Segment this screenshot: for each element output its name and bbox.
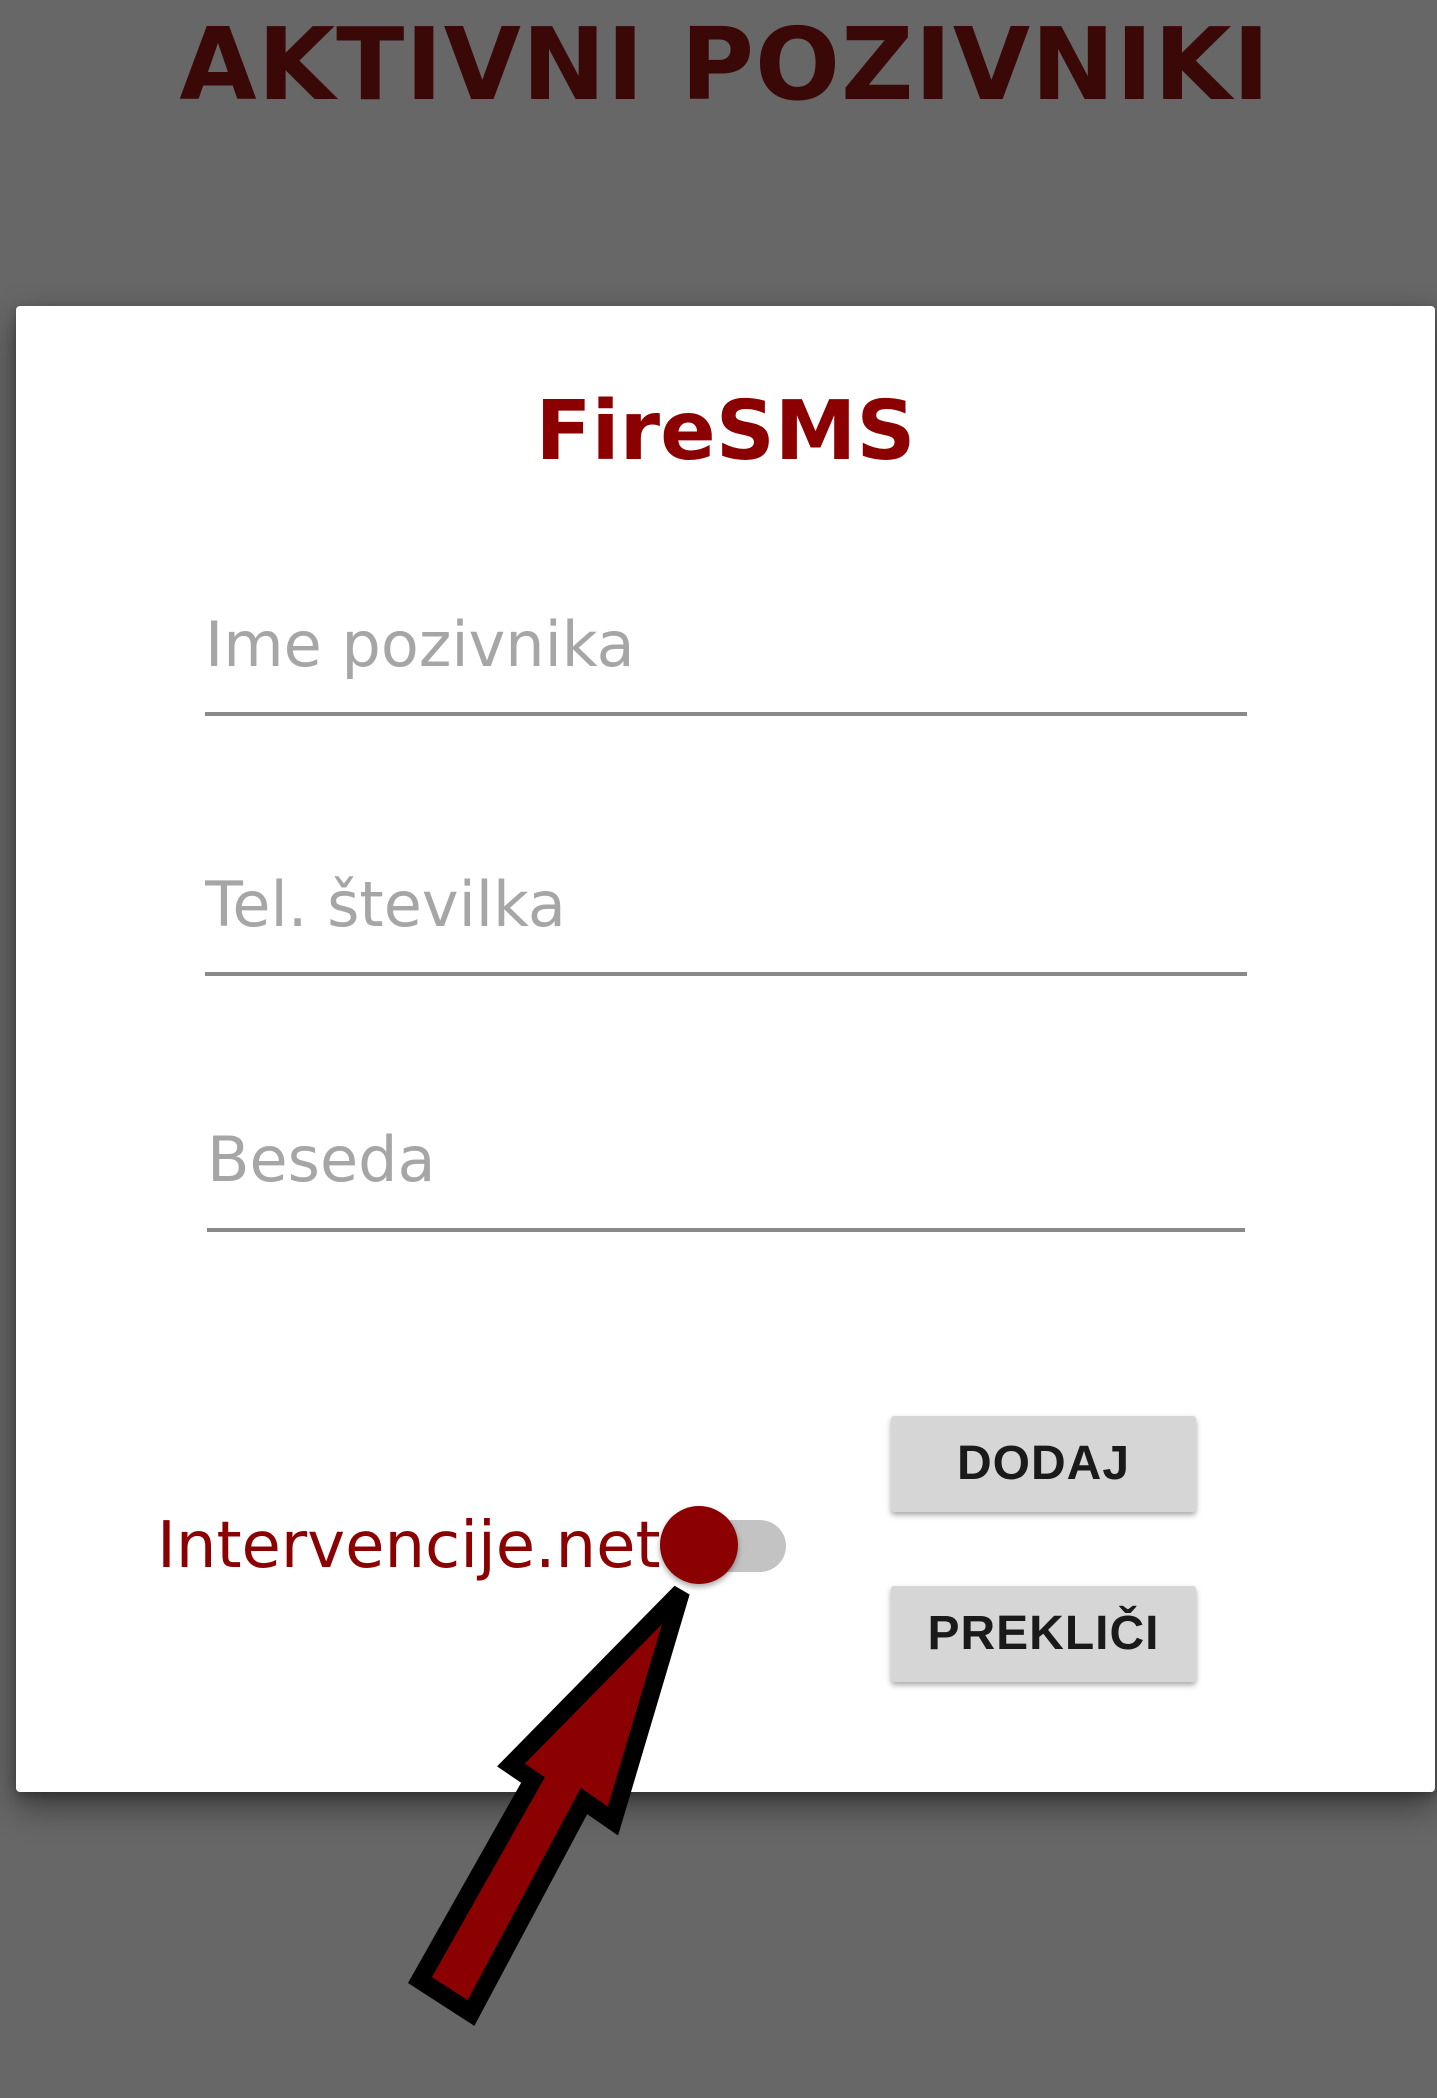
dialog-title: FireSMS <box>535 384 916 479</box>
intervencije-toggle-switch[interactable] <box>660 1500 790 1590</box>
phone-number-input[interactable] <box>205 846 1247 972</box>
phone-number-field <box>205 846 1247 976</box>
pager-name-field <box>205 586 1247 716</box>
cancel-button[interactable]: PREKLIČI <box>891 1586 1196 1682</box>
switch-thumb <box>660 1506 738 1584</box>
keyword-field <box>207 1100 1245 1232</box>
add-button[interactable]: DODAJ <box>891 1416 1196 1512</box>
intervencije-toggle-label: Intervencije.net <box>157 1509 661 1583</box>
add-pager-dialog: FireSMS Intervencije.net DODAJ PREKLIČI <box>16 306 1435 1792</box>
keyword-input[interactable] <box>207 1100 1245 1228</box>
screen-title: AKTIVNI POZIVNIKI <box>179 6 1271 123</box>
pager-name-input[interactable] <box>205 586 1247 712</box>
